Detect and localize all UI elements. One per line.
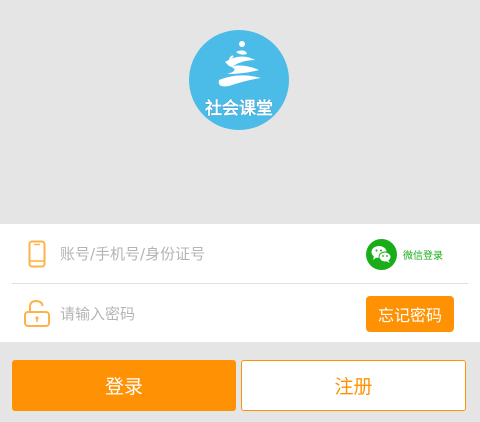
logo-area: 社会课堂 <box>0 0 480 224</box>
wechat-icon <box>366 238 397 270</box>
login-form: 微信登录 忘记密码 <box>0 224 480 342</box>
login-button[interactable]: 登录 <box>12 360 236 411</box>
action-bar: 登录 注册 <box>0 342 480 422</box>
logo-text: 社会课堂 <box>205 99 273 119</box>
app-logo: 社会课堂 <box>189 30 289 130</box>
account-input[interactable] <box>60 242 350 266</box>
password-input[interactable] <box>60 302 350 326</box>
forgot-password-button[interactable]: 忘记密码 <box>366 296 454 332</box>
wechat-login-button[interactable]: 微信登录 <box>366 238 443 270</box>
phone-icon <box>28 240 46 272</box>
register-button[interactable]: 注册 <box>241 360 466 411</box>
lock-icon <box>22 298 52 332</box>
account-row: 微信登录 <box>0 224 480 283</box>
wechat-login-label: 微信登录 <box>403 250 443 262</box>
